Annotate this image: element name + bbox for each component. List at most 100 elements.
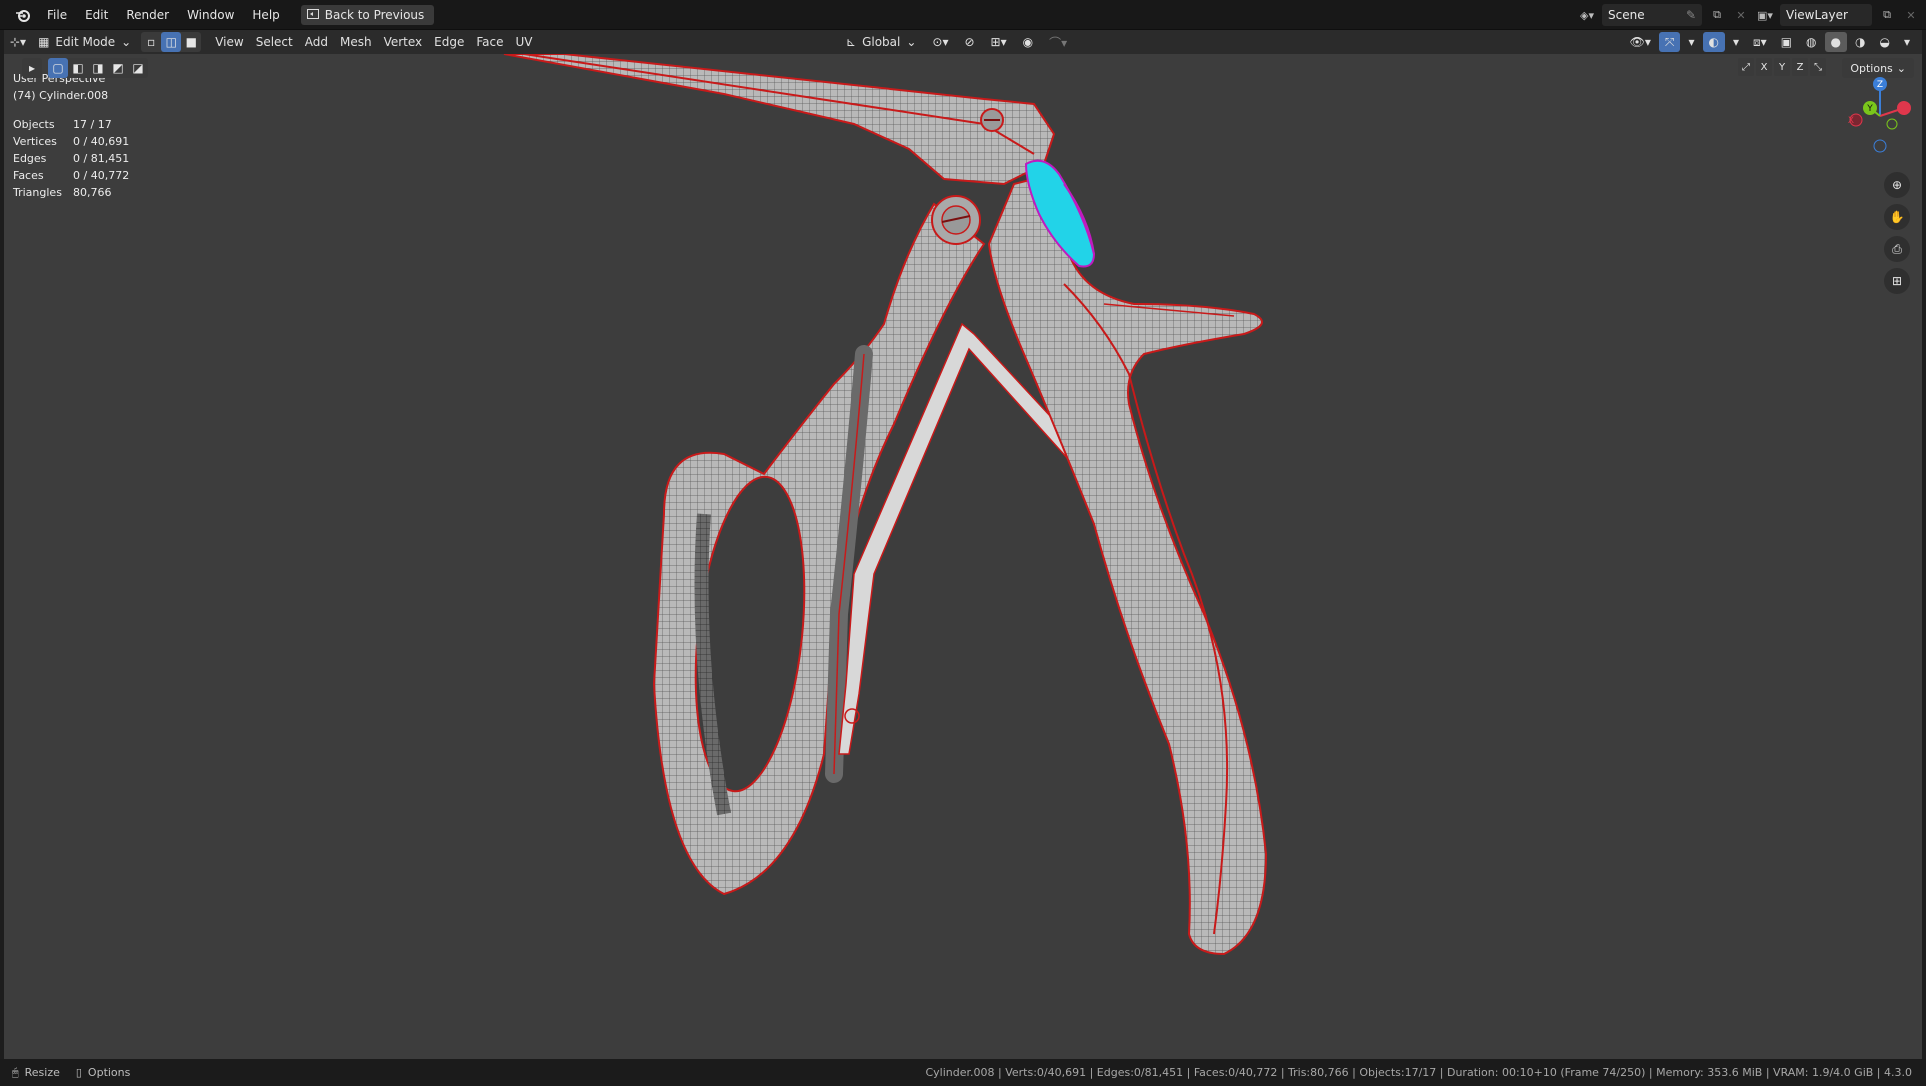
tool-settings-row: ▸ ▢ ◧ ◨ ◩ ◪ bbox=[22, 58, 148, 78]
back-to-previous-label: Back to Previous bbox=[324, 7, 425, 22]
delete-viewlayer-icon[interactable]: ✕ bbox=[1902, 6, 1920, 24]
xyz-lock-icon[interactable]: ⤢ bbox=[1738, 58, 1754, 76]
menu-render[interactable]: Render bbox=[117, 0, 178, 30]
navigation-tools: ⊕ ✋ ⎙ ⊞ bbox=[1884, 172, 1910, 294]
stat-row-edges: Edges 0 / 81,451 bbox=[13, 152, 130, 165]
visibility-icon[interactable]: 👁▾ bbox=[1624, 32, 1657, 52]
status-bar: 🖱 Resize ▯ Options Cylinder.008 | Verts:… bbox=[0, 1059, 1926, 1086]
mouse-left-icon: 🖱 bbox=[12, 1065, 19, 1079]
top-menubar: File Edit Render Window Help Back to Pre… bbox=[0, 0, 1926, 30]
shading-dropdown-icon[interactable]: ▾ bbox=[1898, 32, 1916, 52]
select-difference-icon[interactable]: ◩ bbox=[108, 58, 128, 78]
proportional-edit-icon[interactable]: ◉ bbox=[1017, 32, 1039, 52]
chevron-down-icon: ⌄ bbox=[1896, 61, 1906, 75]
back-to-previous-button[interactable]: Back to Previous bbox=[300, 4, 435, 25]
select-new-icon[interactable]: ▢ bbox=[48, 58, 68, 78]
overlay-dropdown-icon[interactable]: ▾ bbox=[1727, 32, 1745, 52]
svg-text:Y: Y bbox=[1866, 104, 1873, 114]
status-options: Options bbox=[87, 1066, 131, 1079]
gizmo-neg-y-axis[interactable] bbox=[1886, 118, 1898, 130]
select-tool-icon[interactable]: ▸ bbox=[22, 58, 42, 78]
falloff-icon[interactable]: ⌒▾ bbox=[1043, 32, 1073, 52]
axis-x-toggle[interactable]: X bbox=[1756, 58, 1772, 76]
3d-viewport[interactable]: User Perspective (74) Cylinder.008 Objec… bbox=[4, 54, 1922, 1059]
perspective-grid-icon[interactable]: ⊞ bbox=[1884, 268, 1910, 294]
gizmo-dropdown-icon[interactable]: ▾ bbox=[1682, 32, 1700, 52]
menu-mesh[interactable]: Mesh bbox=[334, 32, 378, 52]
material-shading-icon[interactable]: ◑ bbox=[1849, 32, 1871, 52]
select-mode-group: ▫ ◫ ■ bbox=[141, 32, 202, 52]
status-resize: Resize bbox=[24, 1066, 60, 1079]
svg-text:X: X bbox=[1848, 116, 1854, 126]
status-info: Cylinder.008 | Verts:0/40,691 | Edges:0/… bbox=[925, 1066, 1912, 1079]
wireframe-shading-icon[interactable]: ◍ bbox=[1800, 32, 1822, 52]
screen-icon bbox=[306, 8, 319, 22]
delete-scene-icon[interactable]: ✕ bbox=[1732, 6, 1750, 24]
stat-row-vertices: Vertices 0 / 40,691 bbox=[13, 135, 130, 148]
scene-field[interactable]: Scene ✎ bbox=[1602, 4, 1702, 26]
zoom-icon[interactable]: ⊕ bbox=[1884, 172, 1910, 198]
axis-y-toggle[interactable]: Y bbox=[1774, 58, 1790, 76]
transform-orientation-dropdown[interactable]: ⊾ Global ⌄ bbox=[840, 32, 922, 52]
new-scene-icon[interactable]: ⧉ bbox=[1708, 6, 1726, 24]
auto-merge-icon[interactable]: ⤡ bbox=[1810, 58, 1826, 76]
viewlayer-selector-icon[interactable]: ▣▾ bbox=[1756, 6, 1774, 24]
svg-text:Z: Z bbox=[1877, 80, 1883, 90]
camera-view-icon[interactable]: ⎙ bbox=[1884, 236, 1910, 262]
new-viewlayer-icon[interactable]: ⧉ bbox=[1878, 6, 1896, 24]
rendered-shading-icon[interactable]: ◒ bbox=[1873, 32, 1895, 52]
mouse-right-icon: ▯ bbox=[75, 1066, 82, 1079]
menu-select[interactable]: Select bbox=[250, 32, 299, 52]
active-object-name: (74) Cylinder.008 bbox=[13, 89, 109, 102]
select-subtract-icon[interactable]: ◨ bbox=[88, 58, 108, 78]
menu-help[interactable]: Help bbox=[243, 0, 288, 30]
solid-shading-icon[interactable]: ● bbox=[1824, 32, 1847, 52]
face-select-icon[interactable]: ■ bbox=[181, 32, 201, 52]
vertex-select-icon[interactable]: ▫ bbox=[141, 32, 161, 52]
mode-label: Edit Mode bbox=[55, 35, 116, 49]
blender-logo-icon[interactable] bbox=[14, 6, 32, 24]
pan-hand-icon[interactable]: ✋ bbox=[1884, 204, 1910, 230]
gizmo-x-axis[interactable] bbox=[1897, 101, 1911, 115]
statistics-overlay: Objects 17 / 17 Vertices 0 / 40,691 Edges 0… bbox=[13, 116, 129, 201]
pivot-point-icon[interactable]: ⊙▾ bbox=[926, 32, 954, 52]
mesh-overlay-icon[interactable]: ⧈▾ bbox=[1747, 32, 1773, 52]
pin-icon[interactable]: ✎ bbox=[1686, 8, 1696, 22]
viewlayer-name: ViewLayer bbox=[1786, 8, 1848, 22]
edge-select-icon[interactable]: ◫ bbox=[161, 32, 182, 52]
menu-view[interactable]: View bbox=[209, 32, 249, 52]
menu-file[interactable]: File bbox=[38, 0, 76, 30]
instrument-shaft[interactable] bbox=[503, 54, 1056, 186]
menu-edit[interactable]: Edit bbox=[76, 0, 117, 30]
select-extend-icon[interactable]: ◧ bbox=[68, 58, 88, 78]
orientation-label: Global bbox=[862, 35, 901, 49]
xray-icon[interactable]: ▣ bbox=[1775, 32, 1798, 52]
editor-type-icon[interactable]: ⊹▾ bbox=[4, 32, 32, 52]
navigation-gizmo[interactable]: Z Y X bbox=[1840, 74, 1920, 154]
edit-mode-icon: ▦ bbox=[38, 35, 50, 49]
gizmo-toggle-icon[interactable]: ⤧ bbox=[1658, 32, 1681, 52]
mode-dropdown[interactable]: ▦ Edit Mode ⌄ bbox=[32, 32, 137, 52]
mirror-axes: ⤢ X Y Z ⤡ bbox=[1738, 58, 1826, 76]
scene-name: Scene bbox=[1608, 8, 1645, 22]
gizmo-neg-z-axis[interactable] bbox=[1873, 139, 1887, 153]
menu-face[interactable]: Face bbox=[470, 32, 509, 52]
stat-row-objects: Objects 17 / 17 bbox=[13, 118, 112, 131]
overlay-toggle-icon[interactable]: ◐ bbox=[1702, 32, 1725, 52]
stat-row-faces: Faces 0 / 40,772 bbox=[13, 169, 130, 182]
chevron-down-icon: ⌄ bbox=[906, 35, 917, 49]
menu-uv[interactable]: UV bbox=[510, 32, 539, 52]
snap-target-icon[interactable]: ⊞▾ bbox=[985, 32, 1013, 52]
viewlayer-field[interactable]: ViewLayer bbox=[1780, 4, 1872, 26]
scene-selector-icon[interactable]: ◈▾ bbox=[1578, 6, 1596, 24]
menu-vertex[interactable]: Vertex bbox=[378, 32, 429, 52]
menu-window[interactable]: Window bbox=[178, 0, 243, 30]
menu-add[interactable]: Add bbox=[299, 32, 334, 52]
axis-z-toggle[interactable]: Z bbox=[1792, 58, 1808, 76]
viewport-header: ⊹▾ ▦ Edit Mode ⌄ ▫ ◫ ■ View Select Add M… bbox=[4, 30, 1922, 54]
select-intersect-icon[interactable]: ◪ bbox=[128, 58, 148, 78]
menu-edge[interactable]: Edge bbox=[428, 32, 470, 52]
mesh-render[interactable] bbox=[4, 54, 1922, 1059]
snap-icon[interactable]: ⊘ bbox=[958, 32, 980, 52]
orientation-icon: ⊾ bbox=[846, 35, 857, 49]
